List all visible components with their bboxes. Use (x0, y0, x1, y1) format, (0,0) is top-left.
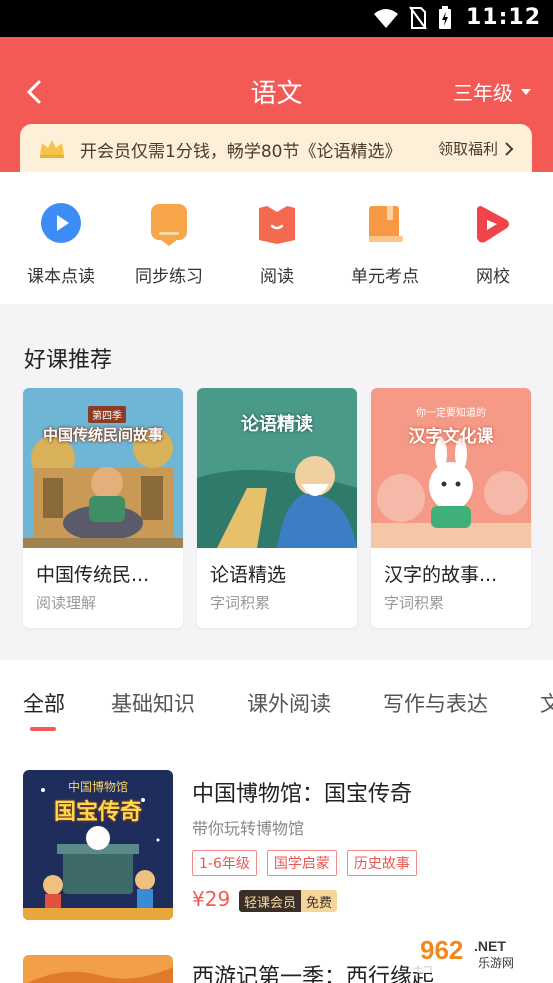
site-watermark: 962 .NET 乐游网 (412, 927, 547, 977)
status-time: 11:12 (465, 5, 541, 30)
quick-entry-grid: 课本点读 同步练习 阅读 单元考点 网校 (0, 172, 553, 304)
watermark-logo: 962 .NET 乐游网 (412, 931, 547, 973)
status-bar: 11:12 (0, 0, 553, 37)
tab-all[interactable]: 全部 (23, 688, 65, 718)
claim-benefit-label: 领取福利 (437, 140, 498, 158)
course-title: 中国博物馆：国宝传奇 (192, 782, 413, 807)
active-tab-indicator (30, 727, 56, 731)
course-cover: 第四季 中国传统民间故事 (23, 388, 183, 548)
crown-icon (40, 140, 64, 158)
cover-top-text: 中国博物馆 (67, 780, 128, 794)
chevron-right-icon (505, 141, 514, 156)
course-price: ¥29 (192, 887, 231, 911)
tab-extracurricular-reading[interactable]: 课外阅读 (247, 688, 331, 718)
course-card-tag: 阅读理解 (36, 594, 97, 612)
play-ribbon-icon (477, 206, 509, 243)
quick-item-label: 同步练习 (135, 267, 203, 287)
section-title-recommended: 好课推荐 (24, 348, 113, 373)
course-card-name: 论语精选 (210, 564, 287, 586)
course-tag: 历史故事 (346, 850, 417, 876)
quick-item-unit-points[interactable]: 单元考点 (335, 202, 435, 287)
status-icons (373, 6, 453, 30)
quick-item-sync-practice[interactable]: 同步练习 (119, 202, 219, 287)
course-thumbnail (23, 955, 173, 983)
svg-text:乐游网: 乐游网 (478, 956, 514, 970)
no-sim-icon (409, 6, 427, 30)
journey-west-cover-image (23, 955, 173, 983)
vip-free-badge: 轻课会员 免费 (239, 890, 338, 912)
tab-writing-expression[interactable]: 写作与表达 (383, 688, 488, 718)
course-card-tag: 字词积累 (384, 594, 445, 612)
cover-badge: 你一定要知道的 (416, 408, 486, 419)
tab-basic-knowledge[interactable]: 基础知识 (111, 688, 195, 718)
free-badge-label: 免费 (301, 890, 338, 912)
course-subtitle: 带你玩转博物馆 (192, 819, 305, 838)
wifi-icon (374, 9, 398, 28)
quick-item-textbook-reading[interactable]: 课本点读 (11, 202, 111, 287)
quick-item-label: 阅读 (260, 267, 294, 287)
svg-text:962: 962 (420, 935, 463, 965)
book-stack-icon (369, 206, 403, 242)
tab-more[interactable]: 文 (540, 688, 553, 718)
course-thumbnail: 中国博物馆 国宝传奇 (23, 770, 173, 920)
grade-label: 三年级 (453, 81, 513, 105)
course-tag: 1-6年级 (192, 850, 257, 876)
course-card-tag: 字词积累 (210, 594, 271, 612)
quick-item-label: 课本点读 (27, 267, 95, 287)
cover-main-text: 国宝传奇 (53, 800, 142, 825)
category-tabs: 全部 基础知识 课外阅读 写作与表达 文 (0, 660, 553, 750)
cover-title: 论语精读 (241, 414, 313, 435)
course-card-name: 中国传统民... (36, 564, 150, 586)
course-card[interactable]: 第四季 中国传统民间故事 中国传统民... 阅读理解 (23, 388, 183, 628)
vip-promo-text: 开会员仅需1分钱，畅学80节《论语精选》 (80, 142, 402, 162)
cover-title: 汉字文化课 (408, 427, 494, 447)
course-card[interactable]: 论语精读 论语精选 字词积累 (197, 388, 357, 628)
course-tag: 国学启蒙 (266, 850, 337, 876)
cover-badge: 第四季 (88, 406, 126, 423)
course-cover: 你一定要知道的 汉字文化课 (371, 388, 531, 548)
vip-promo-bar[interactable]: 开会员仅需1分钱，畅学80节《论语精选》 领取福利 (20, 124, 532, 172)
quick-item-reading[interactable]: 阅读 (227, 202, 327, 287)
course-title: 西游记第一季：西行缘起 (192, 965, 435, 983)
course-card-name: 汉字的故事... (384, 564, 498, 586)
chevron-down-icon (521, 88, 531, 95)
battery-charging-icon (439, 6, 451, 29)
quick-item-label: 单元考点 (351, 267, 419, 287)
quick-item-label: 网校 (476, 267, 510, 287)
recommended-cards: 第四季 中国传统民间故事 中国传统民... 阅读理解 论语精读 论语精选 字词积… (23, 388, 553, 628)
quick-item-online-school[interactable]: 网校 (443, 202, 543, 287)
screen: 11:12 语文 三年级 开会员仅需1分钱，畅学80节《论语精选》 领取福利 课… (0, 0, 553, 983)
note-icon (151, 204, 187, 246)
list-item[interactable]: 中国博物馆 国宝传奇 中国博物馆：国宝传奇 带你玩转博物馆 1-6年级 国学启蒙… (0, 770, 553, 940)
course-tags: 1-6年级 国学启蒙 历史故事 (192, 850, 417, 876)
play-bubble-icon (41, 203, 81, 243)
grade-selector[interactable]: 三年级 (453, 77, 531, 106)
claim-benefit-link[interactable]: 领取福利 (438, 138, 514, 159)
cover-title: 中国传统民间故事 (42, 426, 163, 444)
svg-text:.NET: .NET (474, 938, 506, 954)
vip-badge-label: 轻课会员 (239, 890, 302, 912)
course-cover: 论语精读 (197, 388, 357, 548)
course-card[interactable]: 你一定要知道的 汉字文化课 汉字的故事... 字词积累 (371, 388, 531, 628)
book-open-icon (259, 206, 295, 244)
